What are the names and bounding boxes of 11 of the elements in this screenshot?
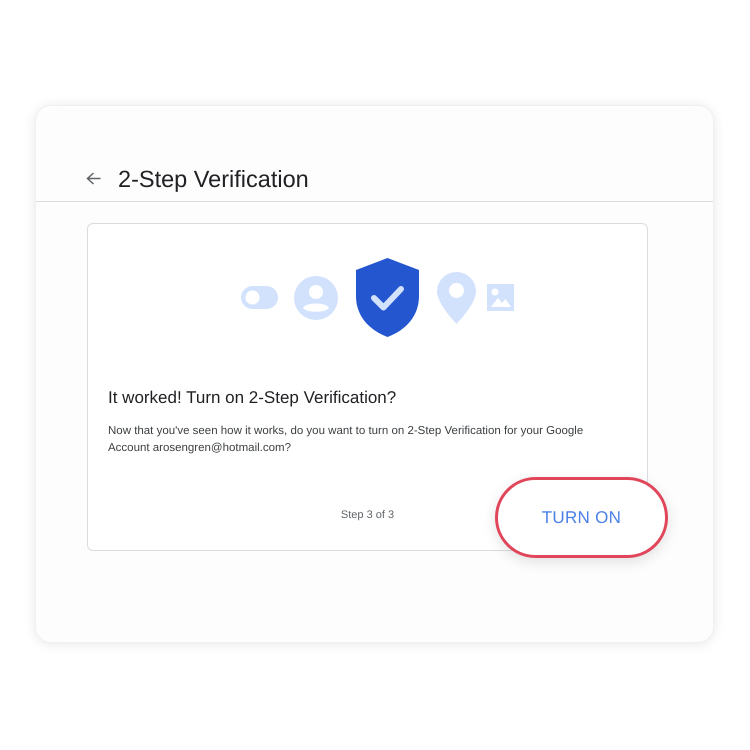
back-arrow-icon[interactable]	[86, 172, 101, 185]
description-text: Now that you've seen how it works, do you want to turn on 2-Step Verification for your Google Account arosengren@hotmail.com?	[108, 424, 584, 456]
location-pin-icon	[437, 272, 476, 324]
page-title: 2-Step Verification	[118, 164, 309, 194]
dialog-heading: It worked! Turn on 2-Step Verification?	[108, 387, 398, 409]
step-counter: Step 3 of 3	[340, 508, 394, 523]
shield-check-icon	[356, 258, 419, 337]
image-icon	[487, 284, 514, 311]
person-circle-icon	[294, 276, 338, 320]
toggle-icon	[241, 286, 278, 309]
turn-on-button[interactable]: TURN ON	[495, 477, 668, 558]
